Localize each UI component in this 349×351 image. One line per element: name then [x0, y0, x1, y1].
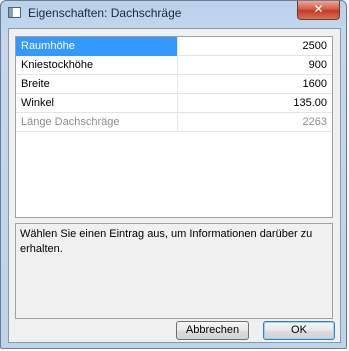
property-name: Länge Dachschräge	[16, 113, 178, 132]
property-value[interactable]: 135.00	[178, 94, 332, 113]
title-bar[interactable]: Eigenschaften: Dachschräge ✕	[1, 1, 346, 27]
property-value: 2263	[302, 116, 327, 128]
property-value[interactable]: 2500	[178, 37, 332, 56]
property-value[interactable]: 1600	[178, 75, 332, 94]
property-row-kniestockhoehe[interactable]: Kniestockhöhe 900	[16, 56, 332, 75]
close-button[interactable]: ✕	[297, 1, 340, 20]
property-row-breite[interactable]: Breite 1600	[16, 75, 332, 94]
property-row-laenge-dachschraege[interactable]: Länge Dachschräge 2263	[16, 113, 332, 132]
description-panel: Wählen Sie einen Eintrag aus, um Informa…	[15, 223, 333, 319]
property-name: Raumhöhe	[16, 37, 178, 56]
property-grid: Raumhöhe 2500 Kniestockhöhe 900 Breite 1…	[15, 36, 333, 218]
dialog-body: Raumhöhe 2500 Kniestockhöhe 900 Breite 1…	[8, 28, 341, 343]
property-row-raumhoehe[interactable]: Raumhöhe 2500	[16, 37, 332, 56]
property-name: Kniestockhöhe	[16, 56, 178, 75]
property-name: Breite	[16, 75, 178, 94]
window-title: Eigenschaften: Dachschräge	[28, 6, 182, 20]
properties-dialog: Eigenschaften: Dachschräge ✕ Raumhöhe 25…	[0, 0, 347, 349]
cancel-button[interactable]: Abbrechen	[176, 321, 249, 340]
ok-button[interactable]: OK	[263, 321, 335, 340]
property-value[interactable]: 900	[178, 56, 332, 75]
window-icon	[8, 7, 21, 18]
property-row-winkel[interactable]: Winkel 135.00	[16, 94, 332, 113]
property-name: Winkel	[16, 94, 178, 113]
